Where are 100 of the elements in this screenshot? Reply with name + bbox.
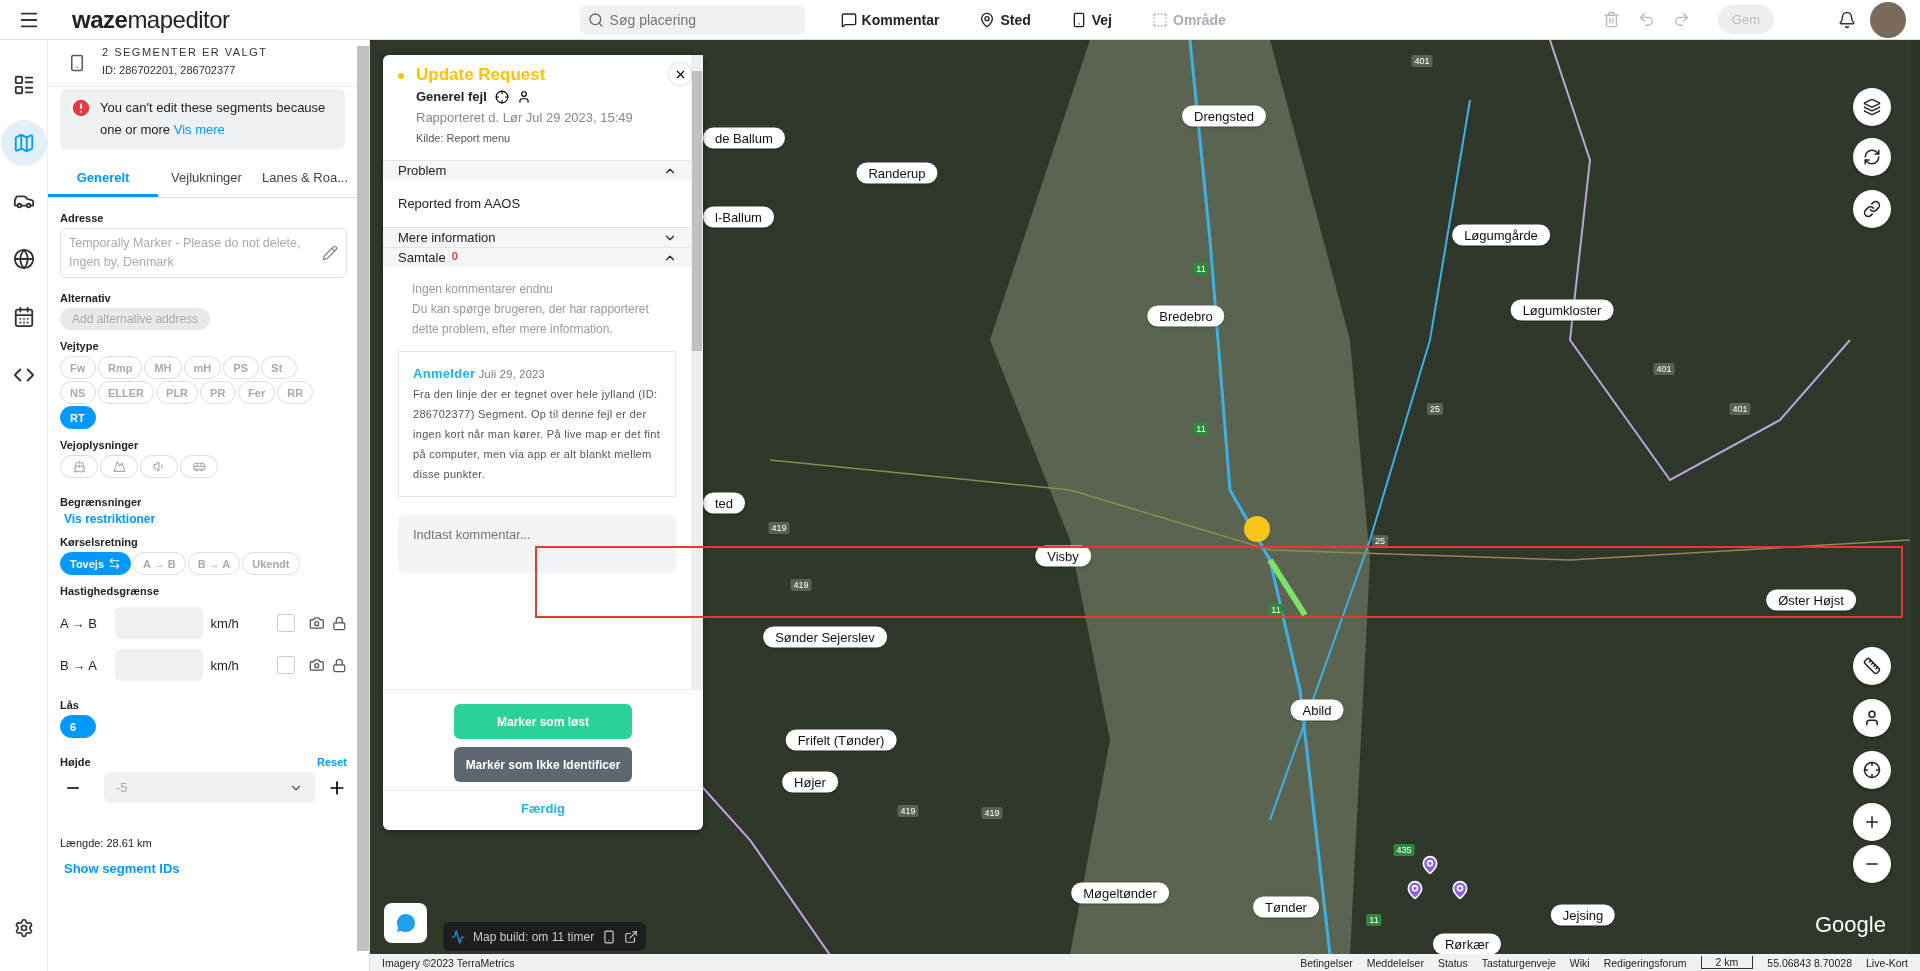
road-number: 419 — [768, 522, 790, 534]
alert-message: You can't edit these segments because one or more Vis mere — [100, 99, 327, 139]
restrictions-link[interactable]: Vis restriktioner — [64, 512, 347, 526]
field-label: Lås — [60, 699, 79, 711]
external-link-icon[interactable] — [624, 929, 639, 944]
road-type-chip[interactable]: Fw — [60, 356, 96, 379]
imagery-credit: Imagery ©2023 TerraMetrics — [382, 956, 515, 969]
chat-button[interactable] — [384, 903, 427, 943]
field-label: Alternativ — [60, 292, 111, 304]
toolbar-button[interactable]: Kommentar — [836, 7, 944, 32]
section-header[interactable]: Problem — [383, 160, 691, 180]
comment-count: 0 — [451, 250, 458, 264]
direction-chip[interactable]: A → B — [133, 552, 186, 575]
road-type-chip[interactable]: St — [261, 356, 298, 379]
solve-button[interactable]: Marker som løst — [454, 704, 632, 739]
road-type-chip[interactable]: NS — [60, 381, 96, 404]
road-number: 401 — [1653, 363, 1675, 375]
toolbar-button[interactable]: Vej — [1066, 7, 1116, 32]
add-address-button[interactable]: Add alternative address — [60, 308, 211, 330]
length-text: Længde: 28.61 km — [60, 837, 153, 849]
direction-label: A → B — [60, 615, 98, 631]
place-label: Jejsing — [1550, 904, 1616, 926]
tab[interactable]: Vejlukninger — [158, 161, 255, 197]
comment-input[interactable]: Indtast kommentar... — [398, 515, 676, 573]
footer-link[interactable]: Status — [1437, 956, 1468, 969]
reported-date: Rapporteret d. Lør Jul 29 2023, 15:49 — [416, 109, 634, 127]
footer-link[interactable]: Betingelser — [1300, 956, 1353, 969]
lock-level-chip[interactable]: 6 — [60, 715, 96, 738]
field-label: Vejoplysninger — [60, 439, 139, 451]
road-type-chip[interactable]: ELLER — [98, 381, 155, 404]
unit-label: km/h — [210, 657, 240, 673]
elevation-select[interactable]: -5 — [104, 772, 315, 803]
alert-icon — [70, 97, 92, 119]
two-way-arrow-icon — [108, 557, 122, 570]
road-type-chip[interactable]: Fer — [238, 381, 276, 404]
search-field[interactable]: Søg placering — [579, 4, 805, 35]
road-number: 11 — [1366, 914, 1382, 926]
checkbox[interactable] — [277, 614, 295, 632]
direction-chip[interactable]: Ukendt — [242, 552, 300, 575]
map-pin-icon[interactable] — [1420, 855, 1440, 875]
place-label: Løgumgårde — [1452, 224, 1550, 246]
comment-text: Fra den linje der er tegnet over hele jylland (ID: 286702377) Segment. Op til denne fejl er der ingen kort når man kører. På live map er det fint på computer, men via app er alt blankt mellem disse punkter. — [413, 388, 661, 480]
reset-link[interactable]: Reset — [317, 756, 347, 768]
footer-link[interactable]: Tastaturgenveje — [1481, 956, 1556, 969]
map-pin-icon[interactable] — [1405, 880, 1425, 900]
lock-icon — [332, 657, 347, 673]
footer-link[interactable]: Meddelelser — [1366, 956, 1424, 969]
done-link[interactable]: Færdig — [520, 801, 566, 816]
more-link[interactable]: Vis mere — [173, 122, 225, 137]
road-type-chip[interactable]: Rmp — [98, 356, 143, 379]
scrollbar[interactable] — [357, 46, 369, 951]
close-button[interactable] — [669, 63, 691, 85]
place-label: Drengsted — [1182, 105, 1266, 127]
not-identified-button[interactable]: Markér som Ikke Identificer — [454, 747, 632, 782]
section-title: Samtale — [398, 250, 446, 265]
place-label: Abild — [1290, 699, 1344, 721]
camera-icon — [308, 615, 325, 631]
live-map-link[interactable]: Live-Kort — [1866, 956, 1908, 969]
status-dot — [398, 73, 404, 79]
road-type-chip[interactable]: RT — [60, 406, 96, 429]
road-type-chip[interactable]: PLR — [156, 381, 199, 404]
tab[interactable]: Lanes & Roa... — [255, 161, 355, 197]
road-type-chip[interactable]: PR — [200, 381, 237, 404]
app-logo: wazemapeditor — [72, 5, 230, 34]
road-type-chip[interactable]: PS — [223, 356, 260, 379]
hint-text: Du kan spørge brugeren, der har rapporteret dette problem, efter mere information. — [412, 301, 650, 338]
address-field[interactable]: Temporally Marker - Please do not delete, Ingen by, Denmark — [60, 228, 347, 278]
place-label: de Ballum — [703, 127, 785, 149]
place-label: Sønder Sejerslev — [763, 626, 887, 648]
pulse-icon — [451, 929, 465, 944]
phone-icon[interactable] — [602, 929, 617, 944]
avatar — [1870, 1, 1906, 38]
road-type-chip[interactable]: MH — [144, 356, 182, 379]
footer-link[interactable]: Wiki — [1569, 956, 1590, 969]
direction-chip[interactable]: B → A — [187, 552, 241, 575]
map-pin-icon[interactable] — [1450, 880, 1470, 900]
tab[interactable]: Generelt — [48, 161, 158, 197]
crosshair-icon[interactable] — [494, 89, 509, 104]
section-header[interactable]: Samtale 0 — [383, 247, 691, 267]
footer-link[interactable]: Redigeringsforum — [1603, 956, 1687, 969]
source-text: Kilde: Report menu — [416, 132, 512, 144]
checkbox[interactable] — [277, 656, 295, 674]
road-type-chip[interactable]: RR — [277, 381, 314, 404]
request-title: Update Request — [416, 65, 547, 85]
empty-message: Ingen kommentarer endnu — [412, 281, 554, 298]
person-icon[interactable] — [516, 89, 531, 104]
direction-chip[interactable]: Tovejs — [60, 552, 132, 575]
map-brand: Google — [1815, 912, 1886, 938]
lock-icon — [332, 615, 347, 631]
place-label: Tønder — [1253, 896, 1319, 918]
road-type-chip[interactable]: mH — [183, 356, 222, 379]
place-label: Bredebro — [1147, 305, 1225, 327]
place-label: Højer — [782, 771, 838, 793]
section-header[interactable]: Mere information — [383, 227, 691, 247]
selection-title: 2 SEGMENTER ER VALGT — [102, 46, 268, 58]
segment-ids-link[interactable]: Show segment IDs — [64, 861, 347, 876]
toolbar-button[interactable]: Sted — [975, 7, 1035, 32]
scrollbar[interactable] — [691, 55, 703, 689]
field-label: Højde — [60, 756, 91, 768]
field-label: Vejtype — [60, 340, 99, 352]
